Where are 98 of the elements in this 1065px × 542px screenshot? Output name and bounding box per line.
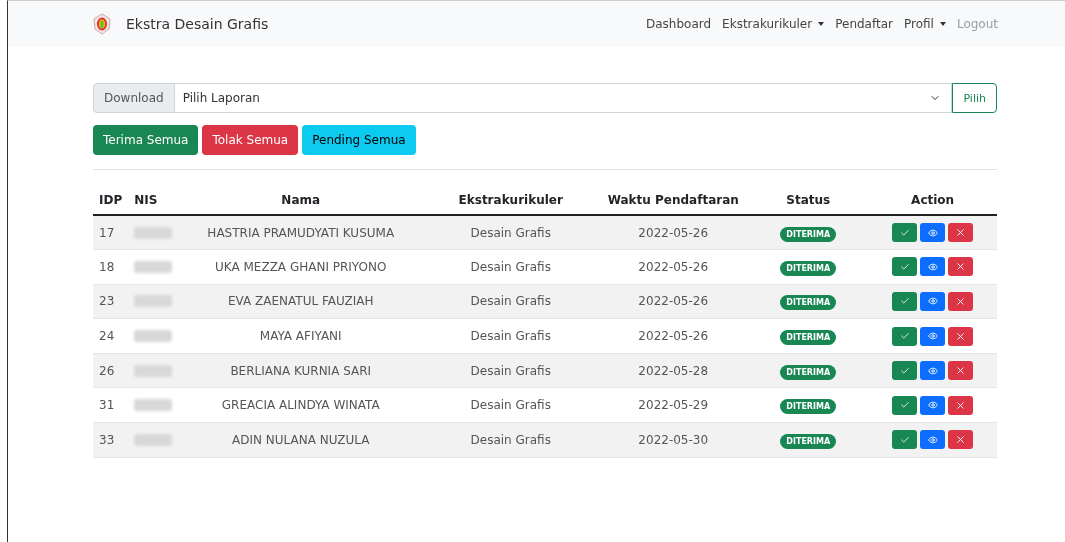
view-button[interactable] bbox=[920, 430, 946, 450]
eye-icon bbox=[927, 365, 938, 376]
table-cell: 2022-05-26 bbox=[598, 318, 749, 354]
nav-link[interactable]: Pendaftar bbox=[835, 17, 893, 31]
table-cell: Desain Grafis bbox=[423, 387, 599, 423]
view-button[interactable] bbox=[920, 395, 946, 415]
table-cell: 2022-05-29 bbox=[598, 387, 749, 423]
reject-button[interactable] bbox=[948, 395, 974, 415]
check-icon bbox=[899, 261, 910, 272]
close-icon bbox=[955, 227, 967, 239]
check-icon bbox=[899, 365, 910, 376]
brand-title[interactable]: Ekstra Desain Grafis bbox=[126, 16, 269, 32]
table-cell: 33 bbox=[93, 422, 129, 458]
table-cell: 2022-05-30 bbox=[598, 422, 749, 458]
eye-icon bbox=[927, 227, 938, 238]
check-icon bbox=[899, 434, 910, 445]
table-cell: 26 bbox=[93, 353, 129, 388]
redacted-bar bbox=[134, 226, 173, 239]
close-icon bbox=[955, 296, 967, 307]
nav-link[interactable]: Ekstrakurikuler bbox=[722, 17, 825, 31]
table-cell: Desain Grafis bbox=[423, 318, 599, 354]
table-cell: MAYA AFIYANI bbox=[178, 318, 424, 354]
table-cell: 2022-05-28 bbox=[598, 353, 749, 388]
close-icon bbox=[955, 330, 967, 342]
reject-button[interactable] bbox=[948, 257, 974, 277]
bulk-action-button[interactable]: Pending Semua bbox=[302, 125, 416, 155]
check-icon bbox=[899, 331, 910, 342]
status-badge: DITERIMA bbox=[780, 433, 837, 449]
view-button[interactable] bbox=[920, 257, 946, 277]
close-icon bbox=[955, 434, 967, 446]
table-cell: Desain Grafis bbox=[423, 215, 599, 250]
table-cell: 17 bbox=[93, 215, 129, 250]
table-cell: BERLIANA KURNIA SARI bbox=[178, 353, 424, 388]
close-icon bbox=[955, 365, 967, 377]
view-button[interactable] bbox=[920, 326, 946, 346]
accept-button[interactable] bbox=[892, 257, 918, 277]
table-cell: GREACIA ALINDYA WINATA bbox=[178, 387, 424, 423]
table-cell: EVA ZAENATUL FAUZIAH bbox=[178, 284, 424, 319]
table-cell: 18 bbox=[93, 249, 129, 285]
table-cell: 2022-05-26 bbox=[598, 215, 749, 250]
table-cell: Desain Grafis bbox=[423, 249, 599, 285]
bulk-action-button[interactable]: Tolak Semua bbox=[202, 125, 299, 155]
accept-button[interactable] bbox=[892, 361, 918, 381]
table-cell: 2022-05-26 bbox=[598, 249, 749, 285]
report-select[interactable]: Pilih Laporan bbox=[174, 83, 953, 113]
redacted-bar bbox=[134, 260, 173, 273]
accept-button[interactable] bbox=[892, 292, 918, 311]
eye-icon bbox=[927, 261, 938, 272]
close-icon bbox=[955, 399, 967, 411]
reject-button[interactable] bbox=[948, 292, 974, 311]
status-badge: DITERIMA bbox=[780, 330, 837, 346]
download-label: Download bbox=[93, 83, 175, 113]
table-cell: 24 bbox=[93, 318, 129, 354]
table-cell: Desain Grafis bbox=[423, 284, 599, 319]
status-badge: DITERIMA bbox=[780, 260, 837, 276]
nav-link[interactable]: Profil bbox=[903, 17, 946, 31]
accept-button[interactable] bbox=[892, 223, 918, 243]
table-cell: 2022-05-26 bbox=[598, 284, 749, 319]
reject-button[interactable] bbox=[948, 430, 974, 450]
check-icon bbox=[899, 296, 910, 307]
caret-icon bbox=[939, 22, 946, 26]
reject-button[interactable] bbox=[948, 223, 974, 243]
school-logo-icon bbox=[92, 13, 112, 35]
view-button[interactable] bbox=[920, 292, 946, 311]
table-cell: Desain Grafis bbox=[423, 422, 599, 458]
eye-icon bbox=[927, 331, 938, 342]
table-cell: 31 bbox=[93, 387, 129, 423]
table-cell: HASTRIA PRAMUDYATI KUSUMA bbox=[178, 215, 424, 250]
bulk-action-button[interactable]: Terima Semua bbox=[93, 125, 199, 155]
reject-button[interactable] bbox=[948, 361, 974, 381]
view-button[interactable] bbox=[920, 223, 946, 243]
redacted-bar bbox=[134, 399, 173, 412]
nav-link[interactable]: Dashboard bbox=[646, 17, 712, 31]
status-badge: DITERIMA bbox=[780, 399, 837, 415]
eye-icon bbox=[927, 434, 938, 445]
status-badge: DITERIMA bbox=[780, 364, 837, 380]
table-cell: UKA MEZZA GHANI PRIYONO bbox=[178, 249, 424, 285]
check-icon bbox=[899, 400, 910, 411]
pick-button[interactable]: Pilih bbox=[952, 83, 997, 113]
table-cell: Desain Grafis bbox=[423, 353, 599, 388]
eye-icon bbox=[927, 296, 938, 307]
accept-button[interactable] bbox=[892, 395, 918, 415]
table-cell: ADIN NULANA NUZULA bbox=[178, 422, 424, 458]
reject-button[interactable] bbox=[948, 326, 974, 346]
close-icon bbox=[955, 261, 967, 273]
status-badge: DITERIMA bbox=[780, 226, 837, 242]
eye-icon bbox=[927, 400, 938, 411]
caret-icon bbox=[818, 22, 825, 26]
redacted-bar bbox=[134, 330, 173, 343]
redacted-bar bbox=[134, 295, 173, 308]
view-button[interactable] bbox=[920, 361, 946, 381]
check-icon bbox=[899, 227, 910, 238]
table-cell: 23 bbox=[93, 284, 129, 319]
redacted-bar bbox=[134, 433, 173, 446]
status-badge: DITERIMA bbox=[780, 295, 837, 311]
accept-button[interactable] bbox=[892, 326, 918, 346]
accept-button[interactable] bbox=[892, 430, 918, 450]
redacted-bar bbox=[134, 364, 173, 377]
